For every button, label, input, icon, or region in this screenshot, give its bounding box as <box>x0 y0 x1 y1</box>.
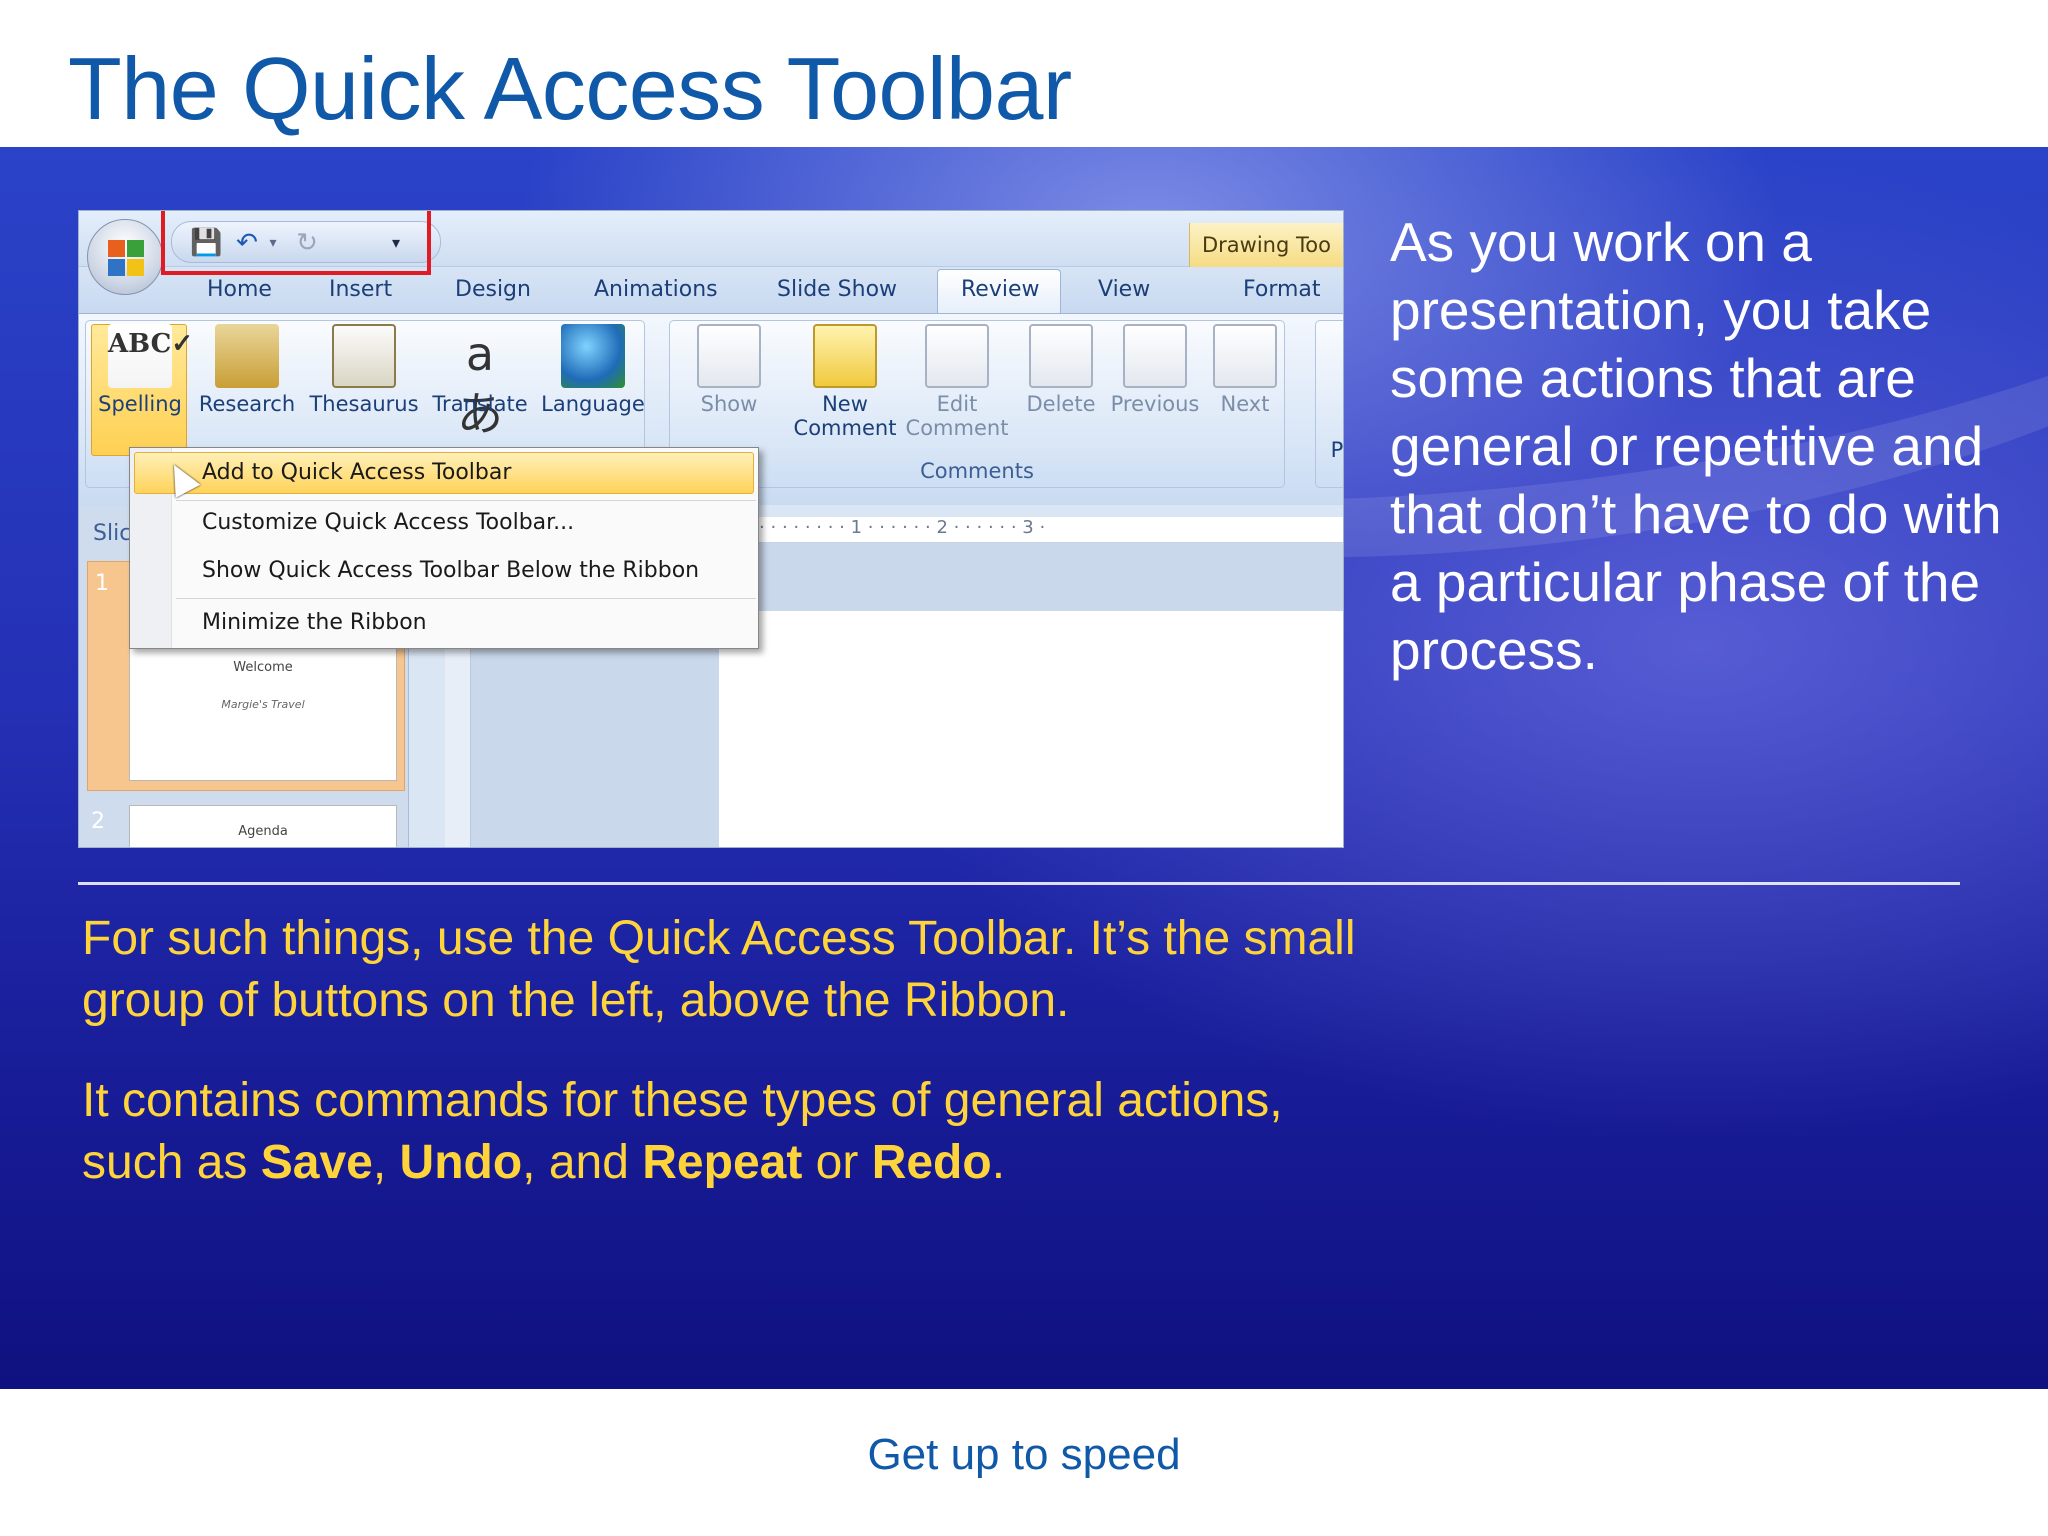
partial-group <box>1315 320 1343 488</box>
next-icon <box>1213 324 1277 388</box>
translate-button[interactable]: aあ Translate <box>425 324 535 441</box>
edit-comment-button[interactable]: Edit Comment <box>905 324 1009 440</box>
save-term: Save <box>260 1136 373 1189</box>
partial-group-label: P <box>1330 438 1344 462</box>
language-button[interactable]: Language <box>537 324 649 416</box>
thumbnail-title: Agenda <box>238 824 288 839</box>
new-comment-icon <box>813 324 877 388</box>
thesaurus-icon <box>332 324 396 388</box>
previous-comment-button[interactable]: Previous <box>1109 324 1201 416</box>
undo-term: Undo <box>399 1136 523 1189</box>
footer-text: Get up to speed <box>867 1430 1181 1479</box>
office-logo-icon <box>108 240 144 276</box>
thumbnail-title: Welcome <box>233 660 293 675</box>
menu-item-minimize-ribbon[interactable]: Minimize the Ribbon <box>202 610 427 635</box>
new-comment-button[interactable]: New Comment <box>793 324 897 440</box>
tab-insert[interactable]: Insert <box>329 277 392 302</box>
slide-title: The Quick Access Toolbar <box>68 39 1072 138</box>
tab-slide-show[interactable]: Slide Show <box>777 277 897 302</box>
comments-group-label: Comments <box>920 459 1034 483</box>
horizontal-ruler: · 1 · · · · · · · · · 1 · · · · · · 2 · … <box>719 517 1343 543</box>
body-paragraph-1: For such things, use the Quick Access To… <box>82 912 1356 1027</box>
qat-highlight-box <box>161 211 431 275</box>
context-menu: Add to Quick Access Toolbar Customize Qu… <box>129 447 759 649</box>
show-markup-icon <box>697 324 761 388</box>
next-comment-button[interactable]: Next <box>1209 324 1281 416</box>
delete-icon <box>1029 324 1093 388</box>
thumbnail-subtitle: Margie's Travel <box>221 698 305 711</box>
spelling-button[interactable]: ABC✓ Spelling <box>95 324 193 416</box>
office-button[interactable] <box>87 219 163 295</box>
tab-design[interactable]: Design <box>455 277 531 302</box>
intro-text: As you work on a presentation, you take … <box>1390 211 2002 681</box>
menu-separator <box>176 598 756 599</box>
contextual-tab-drawing-tools[interactable]: Drawing Too <box>1189 223 1343 267</box>
divider-line <box>78 882 1960 885</box>
thumbnail-number: 1 <box>95 571 109 596</box>
edit-comment-icon <box>925 324 989 388</box>
menu-item-show-qat-below[interactable]: Show Quick Access Toolbar Below the Ribb… <box>202 558 699 583</box>
tab-format[interactable]: Format <box>1243 277 1321 302</box>
spelling-icon: ABC✓ <box>108 324 193 388</box>
thesaurus-button[interactable]: Thesaurus <box>305 324 423 416</box>
research-button[interactable]: Research <box>195 324 299 416</box>
redo-term: Redo <box>871 1136 992 1189</box>
menu-item-customize-qat[interactable]: Customize Quick Access Toolbar... <box>202 510 574 535</box>
slides-tab[interactable]: Slic <box>93 521 131 546</box>
tab-view[interactable]: View <box>1098 277 1150 302</box>
previous-icon <box>1123 324 1187 388</box>
menu-separator <box>176 500 756 501</box>
thumbnail-number: 2 <box>91 809 105 834</box>
tab-animations[interactable]: Animations <box>594 277 718 302</box>
tab-home[interactable]: Home <box>207 277 272 302</box>
powerpoint-screenshot: 💾 ↶ ▾ ↻ ▾ Drawing Too Home Insert Design… <box>78 210 1344 848</box>
show-markup-button[interactable]: Show <box>679 324 779 416</box>
slide-canvas[interactable] <box>719 611 1343 847</box>
slide-thumbnail-2[interactable]: Agenda <box>129 805 397 847</box>
menu-item-add-to-qat[interactable]: Add to Quick Access Toolbar <box>202 460 511 485</box>
tab-review[interactable]: Review <box>961 277 1040 302</box>
delete-comment-button[interactable]: Delete <box>1023 324 1099 416</box>
body-paragraph-2: It contains commands for these types of … <box>82 1074 1283 1189</box>
translate-icon: aあ <box>457 327 503 441</box>
repeat-term: Repeat <box>642 1136 803 1189</box>
research-icon <box>215 324 279 388</box>
language-icon <box>561 324 625 388</box>
